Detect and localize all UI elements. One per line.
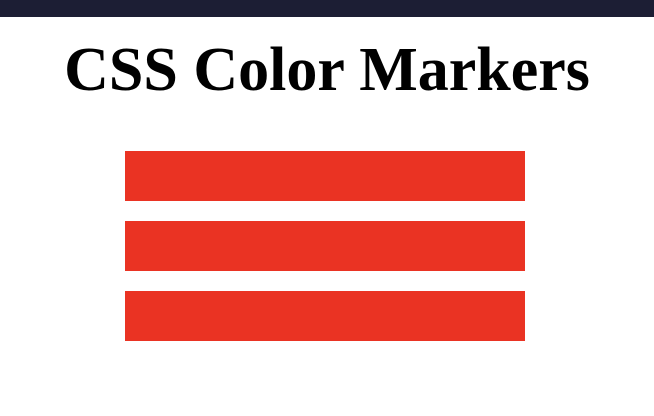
page-title: CSS Color Markers	[64, 36, 590, 104]
color-marker	[125, 151, 525, 201]
color-marker	[125, 221, 525, 271]
color-marker	[125, 291, 525, 341]
top-bar	[0, 0, 654, 17]
marker-list	[125, 151, 525, 361]
